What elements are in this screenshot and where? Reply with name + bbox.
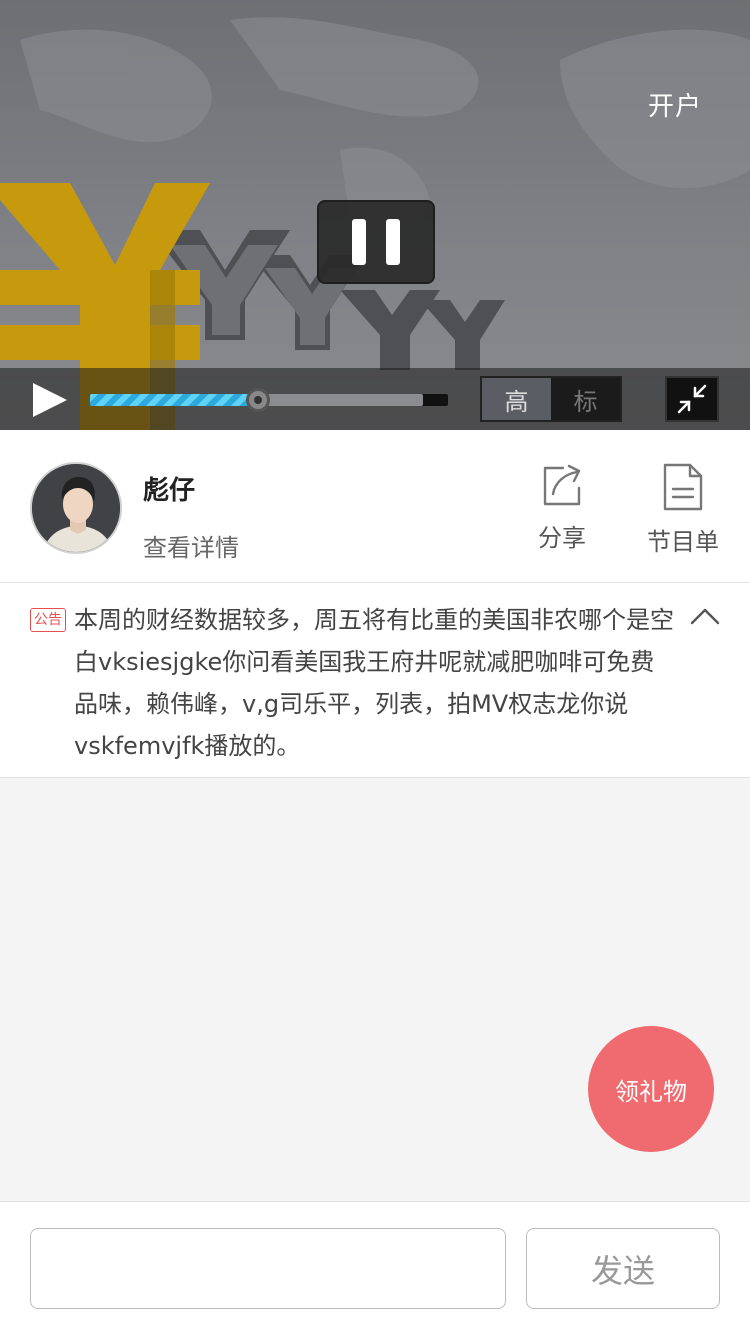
announcement-text: 本周的财经数据较多，周五将有比重的美国非农哪个是空白vksiesjgke你问看美… bbox=[74, 606, 674, 760]
progress-fill bbox=[90, 394, 259, 406]
host-info-panel: 彪仔 查看详情 分享 节目单 bbox=[0, 430, 750, 583]
share-label: 分享 bbox=[538, 524, 586, 552]
open-account-link[interactable]: 开户 bbox=[648, 86, 702, 123]
announcement-badge: 公告 bbox=[30, 608, 66, 632]
video-player[interactable]: 开户 高 标 bbox=[0, 0, 750, 430]
play-icon[interactable] bbox=[30, 382, 70, 418]
view-details-link[interactable]: 查看详情 bbox=[143, 528, 239, 563]
pause-button[interactable] bbox=[317, 200, 435, 284]
quality-option-standard[interactable]: 标 bbox=[551, 378, 620, 420]
playlist-button[interactable]: 节目单 bbox=[647, 462, 719, 557]
pause-icon bbox=[352, 219, 366, 265]
host-name: 彪仔 bbox=[143, 476, 196, 506]
video-controls: 高 标 bbox=[0, 368, 750, 430]
claim-gift-button[interactable]: 领礼物 bbox=[588, 1026, 714, 1152]
exit-fullscreen-icon bbox=[677, 384, 707, 414]
share-button[interactable]: 分享 bbox=[538, 462, 586, 553]
message-input[interactable] bbox=[30, 1228, 506, 1309]
exit-fullscreen-button[interactable] bbox=[665, 376, 719, 422]
progress-bar[interactable] bbox=[90, 388, 448, 412]
avatar[interactable] bbox=[30, 462, 122, 554]
document-icon bbox=[663, 463, 703, 511]
share-icon bbox=[543, 464, 581, 506]
quality-option-high[interactable]: 高 bbox=[482, 378, 551, 420]
announcement-panel: 公告 本周的财经数据较多，周五将有比重的美国非农哪个是空白vksiesjgke你… bbox=[0, 583, 750, 778]
send-button[interactable]: 发送 bbox=[526, 1228, 720, 1309]
chevron-up-icon[interactable] bbox=[690, 606, 720, 626]
quality-switch[interactable]: 高 标 bbox=[480, 376, 622, 422]
playlist-label: 节目单 bbox=[647, 528, 719, 556]
progress-handle[interactable] bbox=[246, 388, 271, 412]
message-input-bar: 发送 bbox=[0, 1201, 750, 1334]
